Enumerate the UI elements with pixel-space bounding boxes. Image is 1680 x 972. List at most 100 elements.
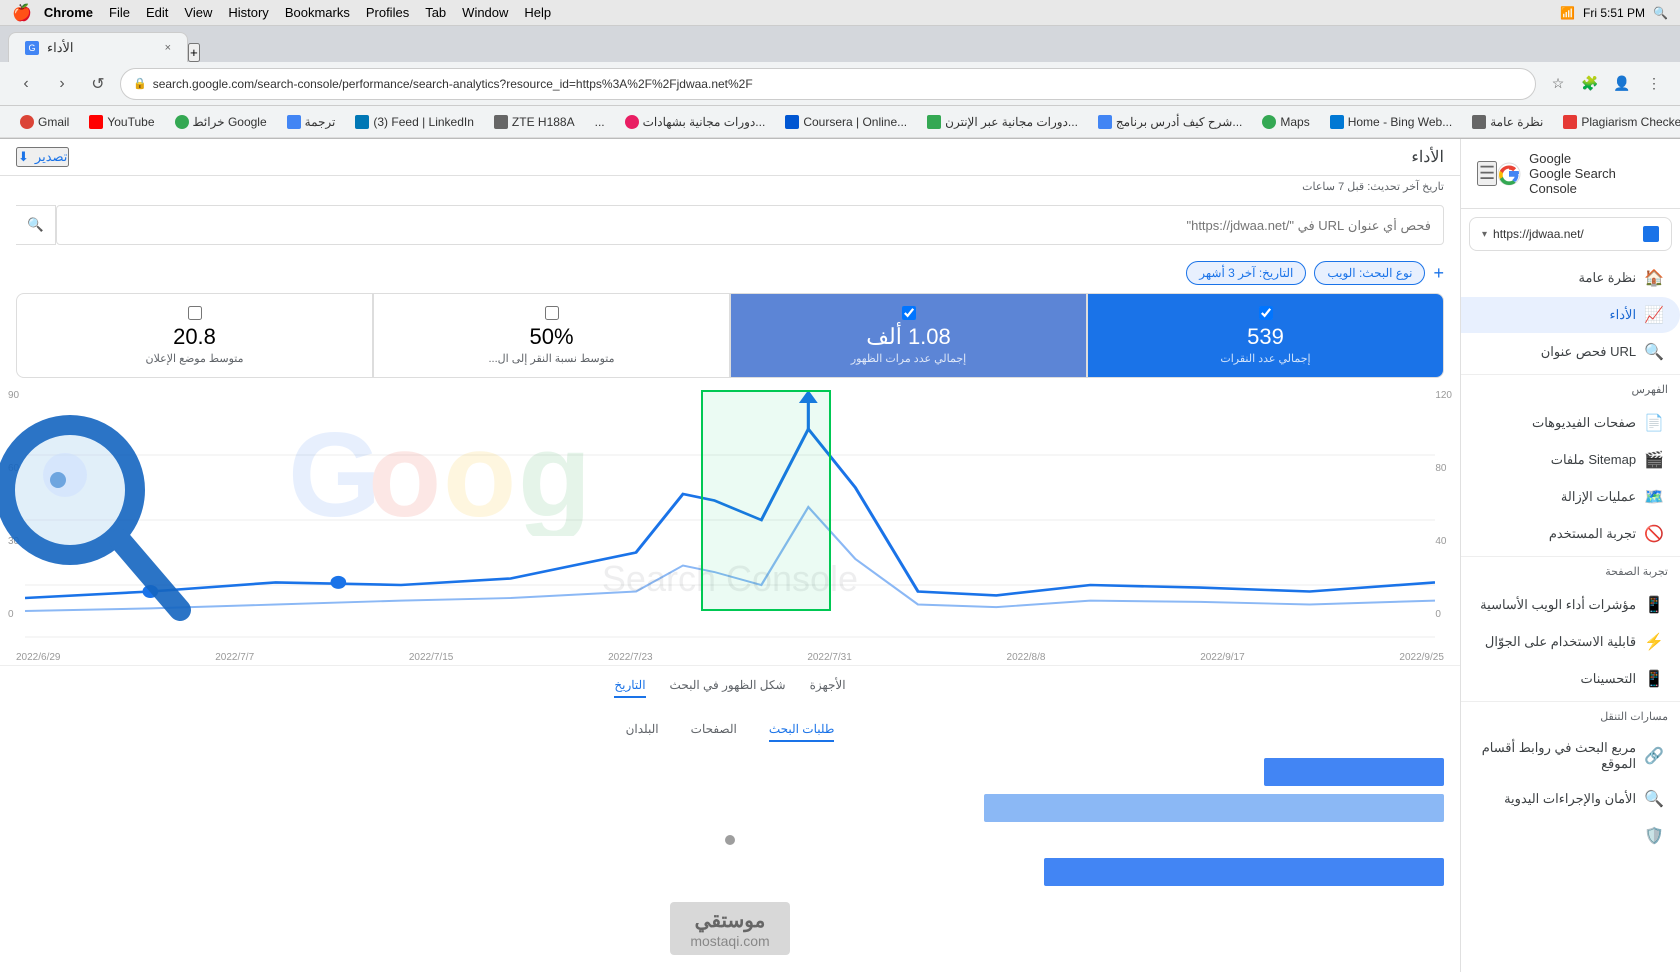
nav-item-security[interactable]: 🛡️ [1461,818,1680,854]
bookmark-free-courses[interactable]: دورات مجانية عبر الإنترن... [919,112,1086,132]
ux-section-header: تجربة الصفحة [1461,556,1680,586]
apple-menu[interactable]: 🍎 [12,3,32,23]
bookmark-translate[interactable]: ترجمة [279,112,344,132]
bookmark-more-1[interactable]: ... [587,112,613,132]
nav-icon-page-exp: 📱 [1644,595,1664,615]
bookmark-explain[interactable]: شرح كيف أدرس برنامج... [1090,112,1250,132]
filter-search-type[interactable]: نوع البحث: الويب [1314,261,1425,285]
update-info: تاريخ آخر تحديث: قبل 7 ساعات [0,176,1460,197]
menu-chrome[interactable]: Chrome [44,5,93,20]
metric-ctr[interactable]: 50% متوسط نسبة النقر إلى ال... [373,293,730,378]
menu-view[interactable]: View [184,5,212,20]
address-text: search.google.com/search-console/perform… [153,77,1523,91]
bookmark-overview-label: نظرة عامة [1490,115,1543,129]
menu-items: Chrome File Edit View History Bookmarks … [44,5,551,20]
metric-clicks-label: إجمالي عدد النقرات [1100,352,1431,365]
tab-appearance[interactable]: شكل الظهور في البحث [670,674,786,698]
tab-date[interactable]: التاريخ [614,674,645,698]
lock-icon: 🔒 [133,77,147,90]
nav-label-vitals: قابلية الاستخدام على الجوّال [1485,634,1636,650]
bar-row-2 [16,794,1444,822]
extensions-button[interactable]: 🧩 [1576,70,1604,98]
nav-icon-pages: 📄 [1644,413,1664,433]
bookmark-youtube[interactable]: YouTube [81,112,162,132]
main-content: ⬇ تصدير الأداء تاريخ آخر تحديث: قبل 7 سا… [0,139,1680,972]
bar-1 [1264,758,1444,786]
metric-impressions[interactable]: 1.08 ألف إجمالي عدد مرات الظهور [730,293,1087,378]
hamburger-button[interactable]: ☰ [1477,161,1497,186]
menu-help[interactable]: Help [524,5,551,20]
new-tab-button[interactable]: + [188,43,200,62]
search-menubar-icon[interactable]: 🔍 [1653,6,1668,20]
menu-dots-button[interactable]: ⋮ [1640,70,1668,98]
bar-tab-pages[interactable]: الصفحات [691,722,737,742]
metric-ctr-checkbox[interactable] [545,306,559,320]
bookmark-courses-label: دورات مجانية بشهادات... [643,115,766,129]
property-selector[interactable]: ▾ https://jdwaa.net/ [1469,217,1672,251]
menu-edit[interactable]: Edit [146,5,168,20]
nav-item-breadcrumbs[interactable]: مربع البحث في روابط أقسام الموقع 🔗 [1461,732,1680,780]
menubar-right: 📶 Fri 5:51 PM 🔍 [1560,6,1668,20]
menu-file[interactable]: File [109,5,130,20]
reload-button[interactable]: ↺ [84,70,112,98]
menu-history[interactable]: History [228,5,268,20]
sidebar-nav: نظرة عامة 🏠 الأداء 📈 فحص عنوان URL 🔍 الف… [1461,259,1680,972]
metric-position[interactable]: 20.8 متوسط موضع الإعلان [16,293,373,378]
bookmark-coursera[interactable]: Coursera | Online... [777,112,915,132]
sidebar-header: ☰ Google Google Search Console [1461,139,1680,209]
tab-devices[interactable]: الأجهزة [810,674,846,698]
bar-row-3 [16,858,1444,886]
tab-close-button[interactable]: × [165,42,171,54]
metric-position-checkbox[interactable] [188,306,202,320]
export-button[interactable]: ⬇ تصدير [16,147,69,167]
active-tab[interactable]: G الأداء × [8,32,188,62]
bookmark-linkedin[interactable]: (3) Feed | LinkedIn [347,112,482,132]
url-search-input[interactable] [56,205,1444,245]
nav-label-url-inspection: فحص عنوان URL [1541,344,1636,360]
property-favicon-icon [1643,226,1659,242]
bookmark-bing[interactable]: Home - Bing Web... [1322,112,1460,132]
menu-bookmarks[interactable]: Bookmarks [285,5,350,20]
nav-item-overview[interactable]: نظرة عامة 🏠 [1461,260,1680,296]
bookmark-star-button[interactable]: ☆ [1544,70,1572,98]
bookmark-zte[interactable]: ZTE H188A [486,112,583,132]
address-bar[interactable]: 🔒 search.google.com/search-console/perfo… [120,68,1536,100]
metric-clicks[interactable]: 539 إجمالي عدد النقرات [1087,293,1444,378]
bookmark-plagiarism[interactable]: Plagiarism Checke... [1555,112,1680,132]
line-chart-svg [25,390,1435,650]
nav-item-video-pages[interactable]: ملفات Sitemap 🎬 [1461,442,1680,478]
filter-date[interactable]: التاريخ: آخر 3 أشهر [1186,261,1306,285]
bookmark-google-maps[interactable]: خرائط Google [167,112,275,132]
menu-tab[interactable]: Tab [425,5,446,20]
metric-ctr-checkbox-row [386,306,717,320]
bookmark-overview[interactable]: نظرة عامة [1464,112,1551,132]
nav-item-performance[interactable]: الأداء 📈 [1461,297,1680,333]
metric-clicks-checkbox[interactable] [1259,306,1273,320]
enhancements-section-header: مسارات التنقل [1461,701,1680,731]
bar-tab-queries[interactable]: طلبات البحث [769,722,835,742]
bookmark-gmail[interactable]: Gmail [12,112,77,132]
profile-button[interactable]: 👤 [1608,70,1636,98]
metric-impressions-checkbox[interactable] [902,306,916,320]
date-1: 2022/6/29 [16,652,61,663]
bar-tab-countries[interactable]: البلدان [626,722,659,742]
url-search-button[interactable]: 🔍 [16,205,56,245]
maps-icon [175,115,189,129]
browser-chrome: G الأداء × + ‹ › ↺ 🔒 search.google.com/s… [0,26,1680,139]
bookmark-maps2[interactable]: Maps [1254,112,1317,132]
nav-item-vitals[interactable]: قابلية الاستخدام على الجوّال ⚡ [1461,624,1680,660]
menu-profiles[interactable]: Profiles [366,5,409,20]
nav-item-sitelinks[interactable]: الأمان والإجراءات اليدوية 🔍 [1461,781,1680,817]
back-button[interactable]: ‹ [12,70,40,98]
nav-item-mobile[interactable]: التحسينات 📱 [1461,661,1680,697]
nav-item-removals[interactable]: تجربة المستخدم 🚫 [1461,516,1680,552]
forward-button[interactable]: › [48,70,76,98]
nav-item-url-inspection[interactable]: فحص عنوان URL 🔍 [1461,334,1680,370]
chart-dot-row [16,830,1444,850]
bookmark-courses[interactable]: دورات مجانية بشهادات... [617,112,774,132]
nav-item-pages[interactable]: صفحات الفيديوهات 📄 [1461,405,1680,441]
nav-item-sitemap[interactable]: عمليات الإزالة 🗺️ [1461,479,1680,515]
nav-item-page-exp[interactable]: مؤشرات أداء الويب الأساسية 📱 [1461,587,1680,623]
menu-window[interactable]: Window [462,5,508,20]
nav-label-overview: نظرة عامة [1579,270,1637,286]
